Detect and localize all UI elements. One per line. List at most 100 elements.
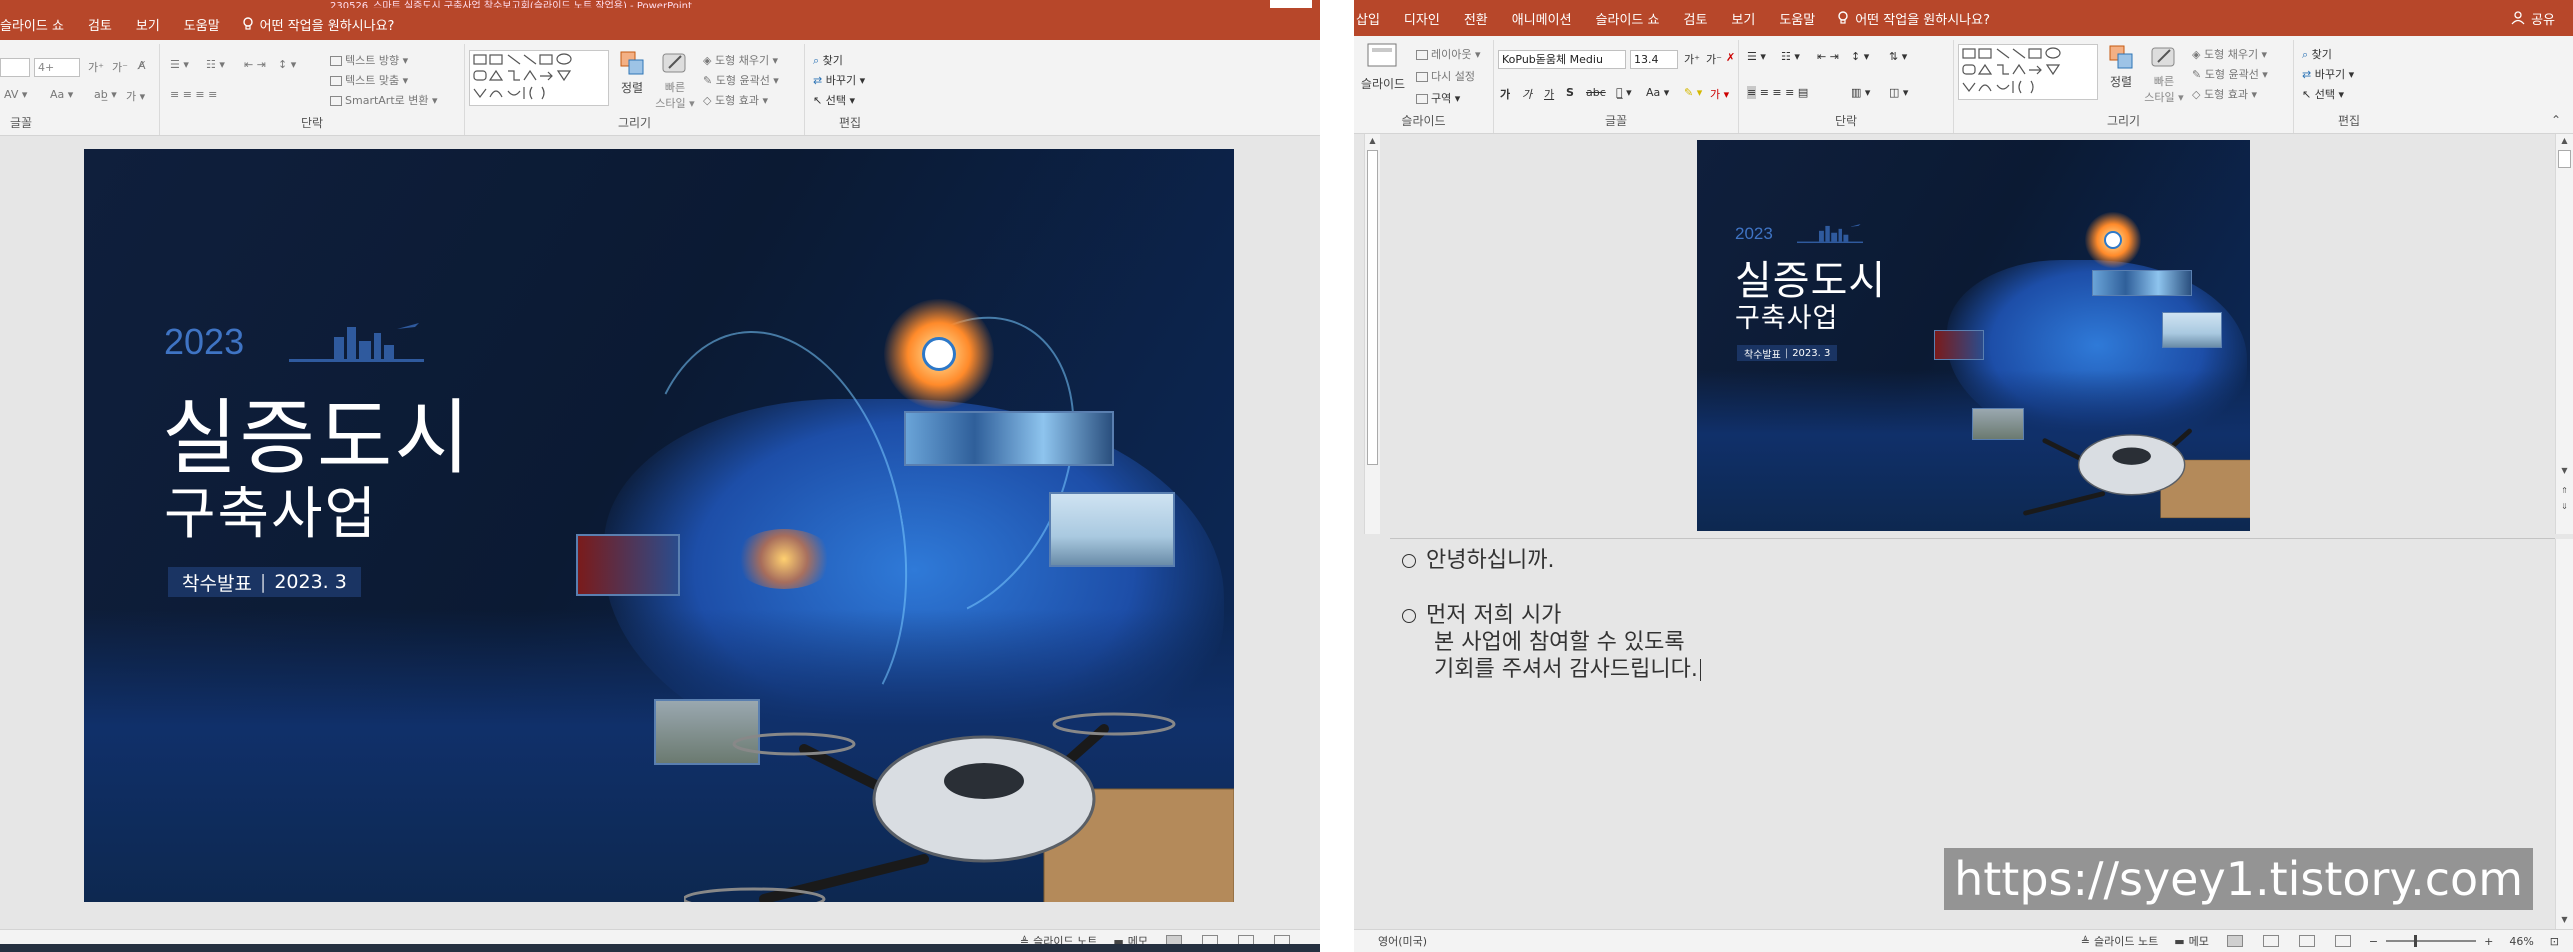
highlight-button[interactable]: ✎ ▾ [1684,86,1702,99]
scroll-thumb[interactable] [1367,150,1378,465]
shape-effects-button[interactable]: ◇ 도형 효과 ▾ [2192,86,2257,102]
section-button[interactable]: 구역 ▾ [1416,90,1460,106]
find-button[interactable]: ⌕ 찾기 [813,52,843,68]
share-button[interactable]: 공유 [2511,9,2573,28]
align-buttons[interactable]: ≡ ≡ ≡ ≡ ▤ [1747,86,1808,99]
tab-transitions[interactable]: 전환 [1452,9,1500,28]
text-direction-button[interactable]: 텍스트 방향 ▾ [330,52,408,68]
font-grow-button[interactable]: 가⁺ [1684,51,1700,67]
font-name-box[interactable] [0,58,30,77]
tell-me-box[interactable]: 어떤 작업을 원하시나요? [232,15,394,34]
scroll-up-icon[interactable]: ▲ [2556,134,2573,148]
reset-button[interactable]: 다시 설정 [1416,68,1475,84]
tab-help[interactable]: 도움말 [172,15,232,34]
shape-effects-button[interactable]: ◇ 도형 효과 ▾ [703,92,768,108]
quick-styles-button[interactable]: 빠른 스타일 ▾ [655,50,695,111]
font-size-box[interactable]: 4+ [34,58,80,77]
arrange-button[interactable]: 정렬 [615,50,649,96]
tell-me-box[interactable]: 어떤 작업을 원하시나요? [1827,9,1990,28]
tab-view[interactable]: 보기 [124,15,172,34]
next-slide-icon[interactable]: ⇓ [2556,500,2573,514]
editor-scrollbar[interactable]: ▲ ▼ ⇑ ⇓ [2555,134,2573,534]
shape-outline-button[interactable]: ✎ 도형 윤곽선 ▾ [703,72,779,88]
smartart-button[interactable]: ◫ ▾ [1889,86,1908,99]
font-shrink-button[interactable]: 가⁻ [1706,51,1722,67]
line-spacing-button[interactable]: ↕ ▾ [1851,50,1869,63]
new-slide-button[interactable]: 슬라이드 [1358,42,1408,92]
font-color-icon[interactable]: 가 ▾ [126,88,145,104]
tab-animations[interactable]: 애니메이션 [1500,9,1584,28]
shadow-button[interactable]: S [1566,86,1574,99]
notes-toggle-button[interactable]: ≜ 슬라이드 노트 [2073,933,2166,949]
font-size-box[interactable]: 13.4 [1630,50,1678,69]
shapes-gallery[interactable] [469,50,609,106]
scroll-down-icon[interactable]: ▼ [2556,464,2573,478]
indent-icon[interactable]: ⇤ ⇥ [244,58,266,71]
zoom-out-button[interactable]: − [2361,935,2386,948]
notes-scrollbar[interactable]: ▼ [2555,539,2573,929]
font-size-down-button[interactable]: 가⁻ [112,59,128,75]
fit-to-window-icon[interactable]: ⊡ [2542,935,2573,948]
numbering-icon[interactable]: ☷ ▾ [206,58,225,71]
collapse-ribbon-icon[interactable]: ⌃ [2551,113,2561,127]
tab-insert[interactable]: 삽입 [1354,9,1392,28]
zoom-slider[interactable] [2386,935,2477,947]
char-spacing-button[interactable]: 가̲ ▾ [1616,86,1632,99]
numbering-button[interactable]: ☷ ▾ [1781,50,1800,63]
language-indicator[interactable]: 영어(미국) [1354,933,1435,949]
align-left-icon[interactable]: ≡ ≡ ≡ ≡ [170,88,217,101]
slideshow-view-button[interactable] [2334,935,2351,947]
font-size-up-button[interactable]: 가⁺ [88,59,104,75]
quick-styles-button[interactable]: 빠른 스타일 ▾ [2144,44,2184,105]
bold-button[interactable]: 가 [1500,86,1510,102]
tab-design[interactable]: 디자인 [1392,9,1452,28]
bullets-icon[interactable]: ☰ ▾ [170,58,189,71]
layout-button[interactable]: 레이아웃 ▾ [1416,46,1481,62]
tab-help[interactable]: 도움말 [1767,9,1827,28]
italic-button[interactable]: 가 [1522,86,1532,102]
shape-fill-button[interactable]: ◈ 도형 채우기 ▾ [2192,46,2267,62]
columns-button[interactable]: ▥ ▾ [1851,86,1870,99]
tab-slideshow[interactable]: 슬라이드 쇼 [0,15,76,34]
scroll-up-icon[interactable]: ▲ [1365,134,1380,148]
slide-thumbnail-main[interactable]: 2023 실증도시 구축사업 착수발표 | 2023. 3 [84,149,1234,902]
tab-slideshow[interactable]: 슬라이드 쇼 [1584,9,1672,28]
replace-button[interactable]: ⇄ 바꾸기 ▾ [2302,66,2354,82]
font-color-button[interactable]: 가 ▾ [1710,86,1729,102]
change-case-icon[interactable]: Aa ▾ [50,88,73,101]
scroll-down-icon[interactable]: ▼ [2556,913,2573,927]
select-button[interactable]: ↖ 선택 ▾ [2302,86,2344,102]
tab-view[interactable]: 보기 [1719,9,1767,28]
arrange-button[interactable]: 정렬 [2104,44,2138,90]
zoom-level[interactable]: 46% [2501,935,2541,948]
replace-button[interactable]: ⇄ 바꾸기 ▾ [813,72,865,88]
scroll-thumb[interactable] [2558,150,2571,168]
select-button[interactable]: ↖ 선택 ▾ [813,92,855,108]
highlight-icon[interactable]: ab̲ ▾ [94,88,117,101]
reading-view-button[interactable] [2298,935,2315,947]
char-spacing-icon[interactable]: AV ▾ [4,88,27,101]
smartart-button[interactable]: SmartArt로 변환 ▾ [330,92,438,108]
clear-format-icon[interactable]: ✗ [1726,51,1735,64]
clear-format-icon[interactable]: A̸ [138,59,146,72]
prev-slide-icon[interactable]: ⇑ [2556,484,2573,498]
zoom-in-button[interactable]: + [2476,935,2501,948]
slide-sorter-view-button[interactable] [2262,935,2279,947]
change-case-button[interactable]: Aa ▾ [1646,86,1669,99]
zoom-slider-thumb[interactable] [2414,935,2418,947]
indent-buttons[interactable]: ⇤ ⇥ [1817,50,1839,63]
align-text-button[interactable]: 텍스트 맞춤 ▾ [330,72,408,88]
tab-review[interactable]: 검토 [76,15,124,34]
find-button[interactable]: ⌕ 찾기 [2302,46,2332,62]
shapes-gallery[interactable] [1958,44,2098,100]
comments-toggle-button[interactable]: ▬ 메모 [2166,933,2217,949]
underline-button[interactable]: 가 [1544,86,1554,102]
sign-in-button[interactable] [1270,0,1312,8]
tab-review[interactable]: 검토 [1671,9,1719,28]
line-spacing-icon[interactable]: ↕ ▾ [278,58,296,71]
bullets-button[interactable]: ☰ ▾ [1747,50,1766,63]
text-direction-button[interactable]: ⇅ ▾ [1889,50,1907,63]
strikethrough-button[interactable]: abc [1586,86,1606,99]
font-name-box[interactable]: KoPub돋움체 Mediu [1498,50,1626,69]
normal-view-button[interactable] [2226,935,2243,947]
